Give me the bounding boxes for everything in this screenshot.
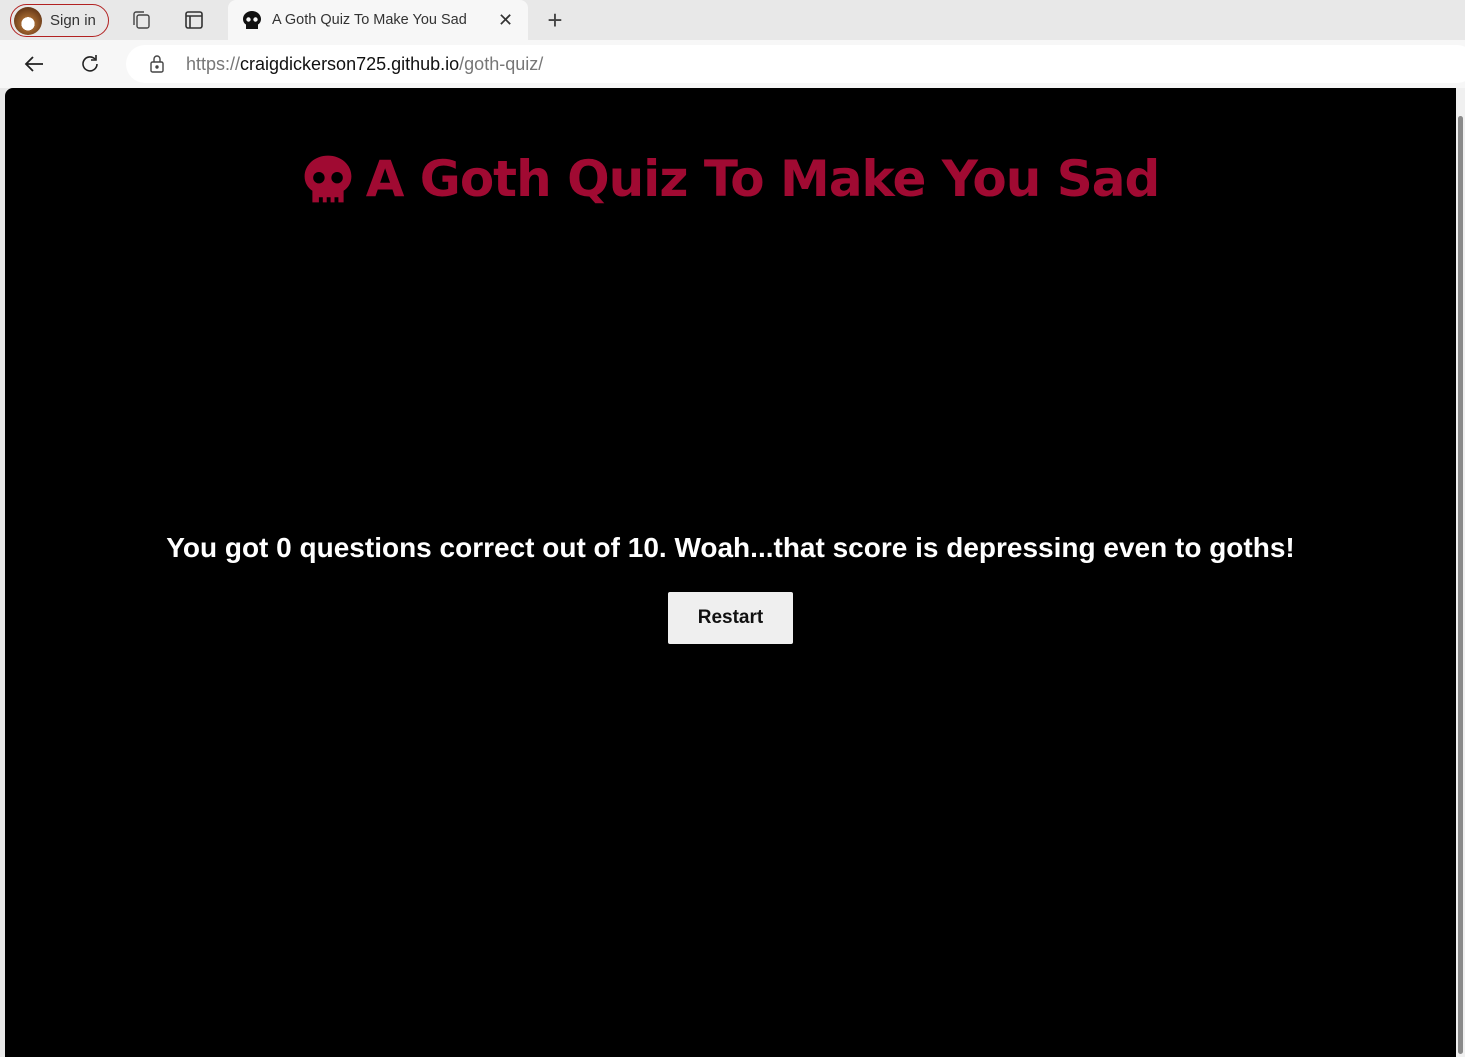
skull-icon <box>243 11 261 29</box>
avatar <box>14 6 42 35</box>
scrollbar[interactable] <box>1456 88 1465 1057</box>
url-host: craigdickerson725.github.io <box>240 53 460 74</box>
tab-goth-quiz[interactable]: A Goth Quiz To Make You Sad ✕ <box>228 0 528 40</box>
new-tab-icon[interactable]: + <box>543 5 567 35</box>
url-path: /goth-quiz/ <box>459 53 544 74</box>
address-bar-row: https://craigdickerson725.github.io/goth… <box>0 40 1465 88</box>
page-content: A Goth Quiz To Make You Sad You got 0 qu… <box>5 88 1456 1057</box>
close-tab-icon[interactable]: ✕ <box>498 10 528 31</box>
restart-button[interactable]: Restart <box>668 592 793 644</box>
score-result: You got 0 questions correct out of 10. W… <box>166 532 1295 563</box>
url-scheme: https:// <box>186 53 241 74</box>
skull-icon <box>304 155 352 203</box>
sign-in-label: Sign in <box>50 12 96 29</box>
tab-title: A Goth Quiz To Make You Sad <box>272 12 467 28</box>
lock-icon[interactable] <box>148 54 166 74</box>
tab-bar: Sign in A Goth Quiz To Make You Sad ✕ + <box>0 0 1465 40</box>
scrollbar-thumb[interactable] <box>1458 116 1463 1054</box>
sign-in-button[interactable]: Sign in <box>10 4 109 37</box>
page-title: A Goth Quiz To Make You Sad <box>5 150 1456 208</box>
tab-actions-icon[interactable] <box>182 8 206 32</box>
url-field[interactable]: https://craigdickerson725.github.io/goth… <box>126 45 1465 83</box>
back-icon[interactable] <box>22 52 46 76</box>
refresh-icon[interactable] <box>78 52 102 76</box>
workspaces-icon[interactable] <box>129 8 153 32</box>
title-text: A Goth Quiz To Make You Sad <box>365 150 1161 208</box>
